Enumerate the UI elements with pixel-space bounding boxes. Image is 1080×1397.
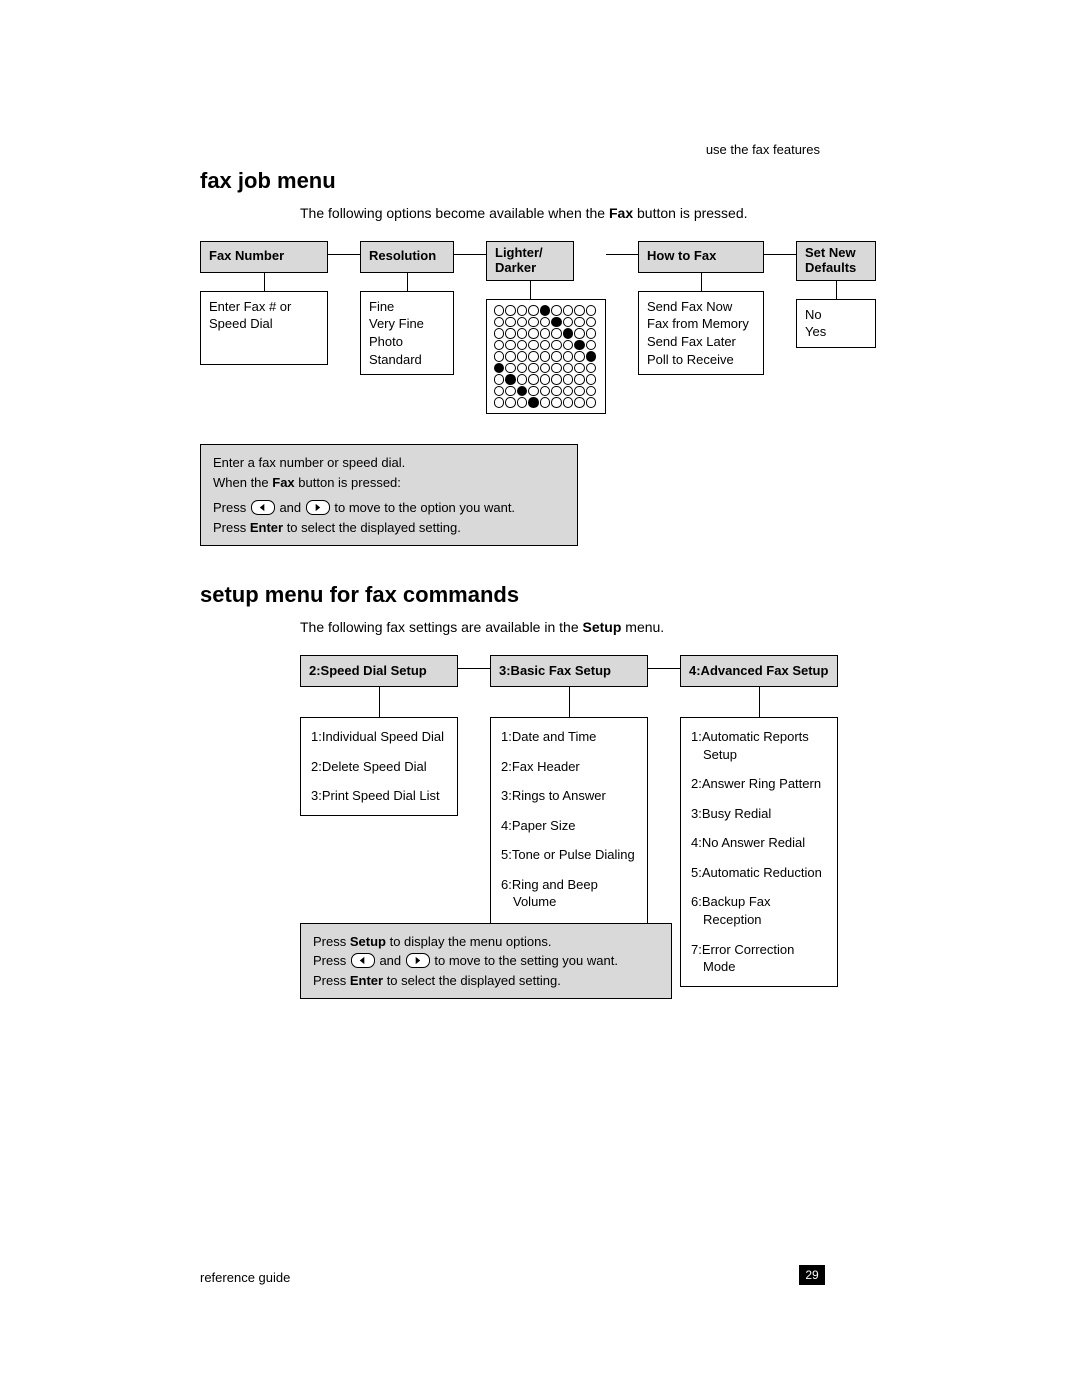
setup-menu-diagram: 2:Speed Dial Setup 1:Individual Speed Di…	[300, 655, 885, 999]
head-how-to-fax: How to Fax	[638, 241, 764, 273]
instr-line-4: Press Enter to select the displayed sett…	[213, 518, 565, 538]
intro-2: The following fax settings are available…	[300, 618, 885, 637]
head-lighter-darker: Lighter/Darker	[486, 241, 574, 281]
head-basic-fax-setup: 3:Basic Fax Setup	[490, 655, 648, 687]
instr-box-1: Enter a fax number or speed dial. When t…	[200, 444, 578, 546]
instr2-line-1: Press Setup to display the menu options.	[313, 932, 659, 952]
footer-label: reference guide	[200, 1270, 290, 1285]
instr2-line-3: Press Enter to select the displayed sett…	[313, 971, 659, 991]
fax-job-diagram: Fax Number Enter Fax # orSpeed Dial Reso…	[200, 241, 885, 546]
body-fax-number: Enter Fax # orSpeed Dial	[200, 291, 328, 365]
body-advanced-fax-setup: 1:Automatic Reports Setup 2:Answer Ring …	[680, 717, 838, 986]
running-header: use the fax features	[706, 142, 820, 157]
instr2-line-2: Press and to move to the setting you wan…	[313, 951, 659, 971]
body-set-new-defaults: NoYes	[796, 299, 876, 348]
instr-line-2: When the Fax button is pressed:	[213, 473, 565, 493]
page-number: 29	[799, 1265, 825, 1285]
intro-1: The following options become available w…	[300, 204, 885, 223]
head-speed-dial-setup: 2:Speed Dial Setup	[300, 655, 458, 687]
body-resolution: FineVery FinePhotoStandard	[360, 291, 454, 375]
right-arrow-icon	[306, 500, 330, 515]
page: use the fax features fax job menu The fo…	[0, 0, 1080, 1397]
body-lighter-darker	[486, 299, 606, 415]
page-footer: reference guide 29	[200, 1265, 825, 1285]
body-how-to-fax: Send Fax NowFax from MemorySend Fax Late…	[638, 291, 764, 375]
lighter-darker-indicator	[493, 305, 597, 409]
body-speed-dial-setup: 1:Individual Speed Dial 2:Delete Speed D…	[300, 717, 458, 816]
instr-line-1: Enter a fax number or speed dial.	[213, 453, 565, 473]
right-arrow-icon	[406, 953, 430, 968]
heading-setup-menu: setup menu for fax commands	[200, 582, 885, 608]
head-resolution: Resolution	[360, 241, 454, 273]
left-arrow-icon	[351, 953, 375, 968]
head-advanced-fax-setup: 4:Advanced Fax Setup	[680, 655, 838, 687]
instr-box-2: Press Setup to display the menu options.…	[300, 923, 672, 1000]
head-set-new-defaults: Set NewDefaults	[796, 241, 876, 281]
head-fax-number: Fax Number	[200, 241, 328, 273]
left-arrow-icon	[251, 500, 275, 515]
instr-line-3: Press and to move to the option you want…	[213, 498, 565, 518]
heading-fax-job-menu: fax job menu	[200, 168, 885, 194]
